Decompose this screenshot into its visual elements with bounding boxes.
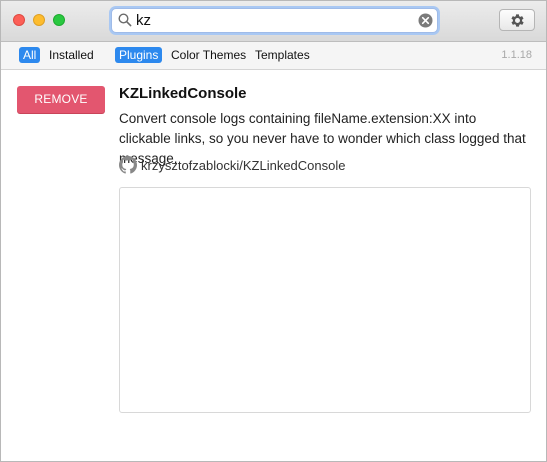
search-input[interactable] (136, 11, 406, 30)
settings-button[interactable] (499, 9, 535, 31)
clear-icon[interactable] (418, 13, 433, 33)
search-field[interactable] (111, 8, 438, 33)
repo-link[interactable]: krzysztofzablocki/KZLinkedConsole (141, 158, 345, 173)
gear-icon (511, 14, 524, 27)
plugin-preview (119, 187, 531, 413)
version-label: 1.1.18 (501, 49, 532, 61)
search-icon (118, 13, 132, 32)
filter-bar: All Installed Plugins Color Themes Templ… (1, 42, 546, 70)
remove-button[interactable]: REMOVE (17, 86, 105, 113)
filter-installed[interactable]: Installed (45, 47, 98, 63)
minimize-window-button[interactable] (33, 14, 45, 26)
close-window-button[interactable] (13, 14, 25, 26)
toolbar (1, 1, 546, 42)
github-icon (119, 156, 137, 179)
plugin-name: KZLinkedConsole (119, 85, 247, 102)
zoom-window-button[interactable] (53, 14, 65, 26)
app-window: All Installed Plugins Color Themes Templ… (0, 0, 547, 462)
tab-color-themes[interactable]: Color Themes (167, 47, 250, 63)
tab-templates[interactable]: Templates (251, 47, 314, 63)
tab-plugins[interactable]: Plugins (115, 47, 163, 63)
filter-all[interactable]: All (19, 47, 41, 63)
